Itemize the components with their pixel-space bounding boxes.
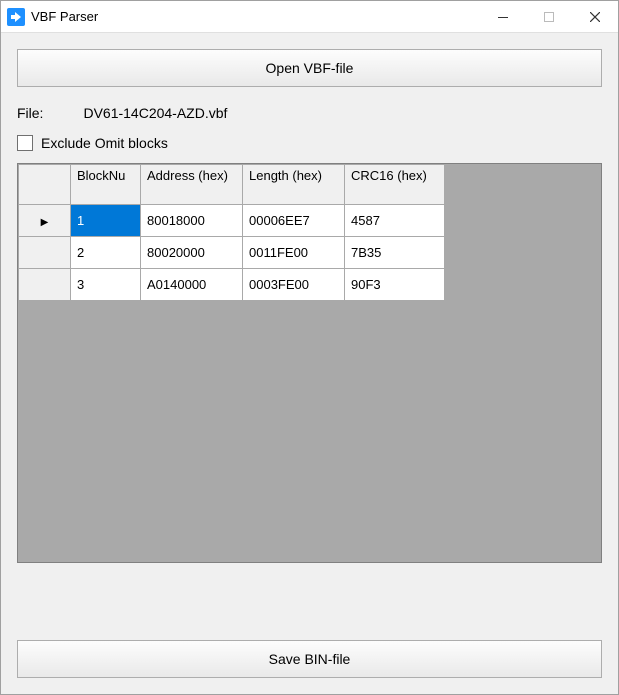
cell-length[interactable]: 00006EE7	[243, 205, 345, 237]
exclude-omit-row: Exclude Omit blocks	[17, 135, 602, 151]
exclude-omit-label: Exclude Omit blocks	[41, 135, 168, 151]
cell-length[interactable]: 0003FE00	[243, 269, 345, 301]
app-icon	[7, 8, 25, 26]
cell-crc[interactable]: 90F3	[345, 269, 445, 301]
current-row-indicator-icon: ▶	[41, 217, 49, 228]
row-header[interactable]: ▶	[19, 205, 71, 237]
cell-crc[interactable]: 7B35	[345, 237, 445, 269]
save-bin-label: Save BIN-file	[269, 651, 351, 667]
col-header-address[interactable]: Address (hex)	[141, 165, 243, 205]
exclude-omit-checkbox[interactable]	[17, 135, 33, 151]
window-title: VBF Parser	[31, 9, 98, 24]
cell-address[interactable]: 80020000	[141, 237, 243, 269]
cell-crc[interactable]: 4587	[345, 205, 445, 237]
col-header-length[interactable]: Length (hex)	[243, 165, 345, 205]
app-window: VBF Parser Open VBF-file File: DV61-14C2…	[0, 0, 619, 695]
file-name: DV61-14C204-AZD.vbf	[83, 105, 227, 121]
blocks-table: BlockNu Address (hex) Length (hex) CRC16…	[18, 164, 445, 301]
row-header[interactable]	[19, 269, 71, 301]
table-row[interactable]: 2800200000011FE007B35	[19, 237, 445, 269]
client-area: Open VBF-file File: DV61-14C204-AZD.vbf …	[1, 33, 618, 694]
table-row[interactable]: 3A01400000003FE0090F3	[19, 269, 445, 301]
table-header-row: BlockNu Address (hex) Length (hex) CRC16…	[19, 165, 445, 205]
cell-length[interactable]: 0011FE00	[243, 237, 345, 269]
blocks-grid[interactable]: BlockNu Address (hex) Length (hex) CRC16…	[17, 163, 602, 563]
cell-blocknum[interactable]: 1	[71, 205, 141, 237]
maximize-button[interactable]	[526, 1, 572, 33]
col-header-crc[interactable]: CRC16 (hex)	[345, 165, 445, 205]
cell-blocknum[interactable]: 2	[71, 237, 141, 269]
cell-address[interactable]: A0140000	[141, 269, 243, 301]
col-header-blocknum[interactable]: BlockNu	[71, 165, 141, 205]
row-header-cell[interactable]	[19, 165, 71, 205]
open-vbf-label: Open VBF-file	[266, 60, 354, 76]
open-vbf-button[interactable]: Open VBF-file	[17, 49, 602, 87]
file-label: File:	[17, 105, 43, 121]
cell-blocknum[interactable]: 3	[71, 269, 141, 301]
close-button[interactable]	[572, 1, 618, 33]
file-row: File: DV61-14C204-AZD.vbf	[17, 105, 602, 121]
table-row[interactable]: ▶ 18001800000006EE74587	[19, 205, 445, 237]
titlebar: VBF Parser	[1, 1, 618, 33]
cell-address[interactable]: 80018000	[141, 205, 243, 237]
row-header[interactable]	[19, 237, 71, 269]
minimize-button[interactable]	[480, 1, 526, 33]
save-bin-button[interactable]: Save BIN-file	[17, 640, 602, 678]
